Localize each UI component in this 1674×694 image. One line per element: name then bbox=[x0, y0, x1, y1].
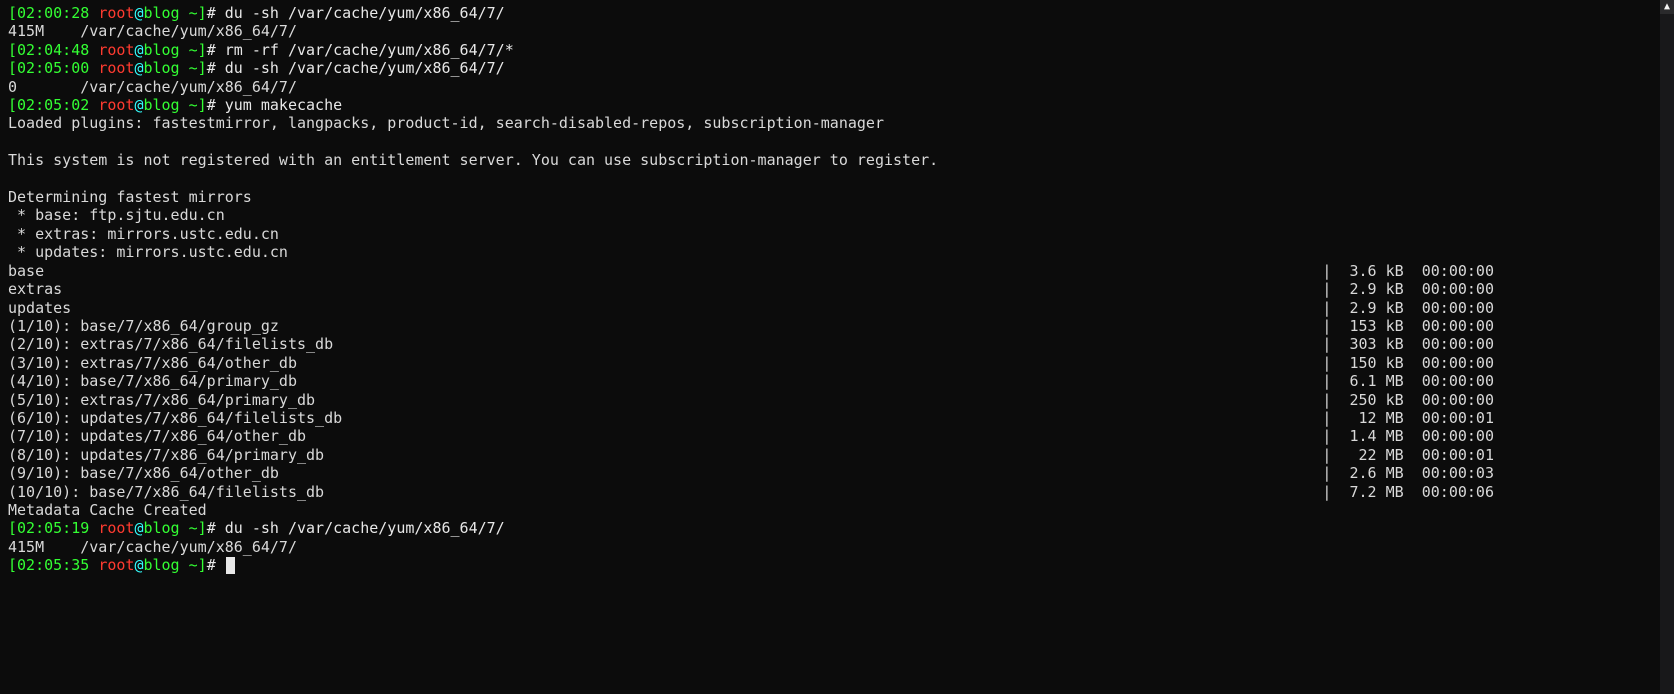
prompt-line: [02:00:28 root@blog ~]# du -sh /var/cach… bbox=[8, 4, 1651, 22]
download-status: | 153 kB 00:00:00 bbox=[1322, 317, 1494, 335]
download-status: | 2.9 kB 00:00:00 bbox=[1322, 299, 1494, 317]
prompt-hash: # bbox=[207, 556, 225, 574]
prompt-host-cwd: blog ~] bbox=[143, 519, 206, 537]
prompt-host-cwd: blog ~] bbox=[143, 96, 206, 114]
download-status: | 6.1 MB 00:00:00 bbox=[1322, 372, 1494, 390]
download-item: (8/10): updates/7/x86_64/primary_db bbox=[8, 446, 324, 464]
prompt-user: root bbox=[98, 96, 134, 114]
blank-line bbox=[8, 133, 1651, 151]
download-item: (6/10): updates/7/x86_64/filelists_db bbox=[8, 409, 342, 427]
command-text: du -sh /var/cache/yum/x86_64/7/ bbox=[225, 519, 505, 537]
output-line: Metadata Cache Created bbox=[8, 501, 1651, 519]
download-item: extras bbox=[8, 280, 62, 298]
prompt-host-cwd: blog ~] bbox=[143, 4, 206, 22]
download-status: | 7.2 MB 00:00:06 bbox=[1322, 483, 1494, 501]
download-line: (9/10): base/7/x86_64/other_db | 2.6 MB 0… bbox=[8, 464, 1494, 482]
prompt-user: root bbox=[98, 41, 134, 59]
download-line: updates | 2.9 kB 00:00:00 bbox=[8, 299, 1494, 317]
download-line: base | 3.6 kB 00:00:00 bbox=[8, 262, 1494, 280]
output-line: Determining fastest mirrors bbox=[8, 188, 1651, 206]
prompt-hash: # bbox=[207, 59, 225, 77]
command-text: du -sh /var/cache/yum/x86_64/7/ bbox=[225, 4, 505, 22]
download-status: | 250 kB 00:00:00 bbox=[1322, 391, 1494, 409]
download-line: (8/10): updates/7/x86_64/primary_db | 22 … bbox=[8, 446, 1494, 464]
prompt-open: [02:05:35 bbox=[8, 556, 98, 574]
prompt-host-cwd: blog ~] bbox=[143, 556, 206, 574]
terminal-output[interactable]: [02:00:28 root@blog ~]# du -sh /var/cach… bbox=[0, 0, 1659, 694]
prompt-line: [02:05:35 root@blog ~]# bbox=[8, 556, 1651, 574]
command-text: rm -rf /var/cache/yum/x86_64/7/* bbox=[225, 41, 514, 59]
download-item: (7/10): updates/7/x86_64/other_db bbox=[8, 427, 306, 445]
prompt-line: [02:05:02 root@blog ~]# yum makecache bbox=[8, 96, 1651, 114]
download-line: (4/10): base/7/x86_64/primary_db | 6.1 MB… bbox=[8, 372, 1494, 390]
download-line: (6/10): updates/7/x86_64/filelists_db | 1… bbox=[8, 409, 1494, 427]
output-line: 0 /var/cache/yum/x86_64/7/ bbox=[8, 78, 1651, 96]
prompt-open: [02:05:02 bbox=[8, 96, 98, 114]
command-text: du -sh /var/cache/yum/x86_64/7/ bbox=[225, 59, 505, 77]
output-line: 415M /var/cache/yum/x86_64/7/ bbox=[8, 538, 1651, 556]
download-status: | 2.6 MB 00:00:03 bbox=[1322, 464, 1494, 482]
download-item: base bbox=[8, 262, 44, 280]
prompt-host-cwd: blog ~] bbox=[143, 59, 206, 77]
download-item: (3/10): extras/7/x86_64/other_db bbox=[8, 354, 297, 372]
prompt-open: [02:05:19 bbox=[8, 519, 98, 537]
prompt-user: root bbox=[98, 59, 134, 77]
download-item: (1/10): base/7/x86_64/group_gz bbox=[8, 317, 279, 335]
scroll-up-icon[interactable]: ▲ bbox=[1660, 0, 1674, 14]
download-item: (4/10): base/7/x86_64/primary_db bbox=[8, 372, 297, 390]
prompt-user: root bbox=[98, 4, 134, 22]
output-line: Loaded plugins: fastestmirror, langpacks… bbox=[8, 114, 1651, 132]
download-line: (1/10): base/7/x86_64/group_gz | 153 kB 0… bbox=[8, 317, 1494, 335]
vertical-scrollbar[interactable]: ▲ bbox=[1659, 0, 1674, 694]
download-status: | 12 MB 00:00:01 bbox=[1322, 409, 1494, 427]
prompt-hash: # bbox=[207, 41, 225, 59]
output-line: This system is not registered with an en… bbox=[8, 151, 1651, 169]
prompt-host-cwd: blog ~] bbox=[143, 41, 206, 59]
download-status: | 2.9 kB 00:00:00 bbox=[1322, 280, 1494, 298]
download-item: updates bbox=[8, 299, 71, 317]
prompt-user: root bbox=[98, 556, 134, 574]
blank-line bbox=[8, 170, 1651, 188]
download-status: | 3.6 kB 00:00:00 bbox=[1322, 262, 1494, 280]
download-item: (2/10): extras/7/x86_64/filelists_db bbox=[8, 335, 333, 353]
prompt-line: [02:05:19 root@blog ~]# du -sh /var/cach… bbox=[8, 519, 1651, 537]
download-line: (7/10): updates/7/x86_64/other_db | 1.4 M… bbox=[8, 427, 1494, 445]
download-status: | 22 MB 00:00:01 bbox=[1322, 446, 1494, 464]
command-text: yum makecache bbox=[225, 96, 342, 114]
output-line: * updates: mirrors.ustc.edu.cn bbox=[8, 243, 1651, 261]
output-line: 415M /var/cache/yum/x86_64/7/ bbox=[8, 22, 1651, 40]
download-line: extras | 2.9 kB 00:00:00 bbox=[8, 280, 1494, 298]
download-item: (9/10): base/7/x86_64/other_db bbox=[8, 464, 279, 482]
prompt-user: root bbox=[98, 519, 134, 537]
output-line: * extras: mirrors.ustc.edu.cn bbox=[8, 225, 1651, 243]
cursor bbox=[226, 557, 235, 574]
terminal-viewport: [02:00:28 root@blog ~]# du -sh /var/cach… bbox=[0, 0, 1674, 694]
download-item: (5/10): extras/7/x86_64/primary_db bbox=[8, 391, 315, 409]
download-status: | 1.4 MB 00:00:00 bbox=[1322, 427, 1494, 445]
prompt-hash: # bbox=[207, 519, 225, 537]
prompt-open: [02:05:00 bbox=[8, 59, 98, 77]
download-line: (2/10): extras/7/x86_64/filelists_db | 30… bbox=[8, 335, 1494, 353]
download-line: (3/10): extras/7/x86_64/other_db | 150 kB… bbox=[8, 354, 1494, 372]
prompt-line: [02:04:48 root@blog ~]# rm -rf /var/cach… bbox=[8, 41, 1651, 59]
download-status: | 303 kB 00:00:00 bbox=[1322, 335, 1494, 353]
prompt-line: [02:05:00 root@blog ~]# du -sh /var/cach… bbox=[8, 59, 1651, 77]
prompt-open: [02:04:48 bbox=[8, 41, 98, 59]
output-line: * base: ftp.sjtu.edu.cn bbox=[8, 206, 1651, 224]
prompt-hash: # bbox=[207, 96, 225, 114]
download-status: | 150 kB 00:00:00 bbox=[1322, 354, 1494, 372]
prompt-hash: # bbox=[207, 4, 225, 22]
download-line: (5/10): extras/7/x86_64/primary_db | 250 … bbox=[8, 391, 1494, 409]
download-line: (10/10): base/7/x86_64/filelists_db | 7.2… bbox=[8, 483, 1494, 501]
prompt-open: [02:00:28 bbox=[8, 4, 98, 22]
download-item: (10/10): base/7/x86_64/filelists_db bbox=[8, 483, 324, 501]
